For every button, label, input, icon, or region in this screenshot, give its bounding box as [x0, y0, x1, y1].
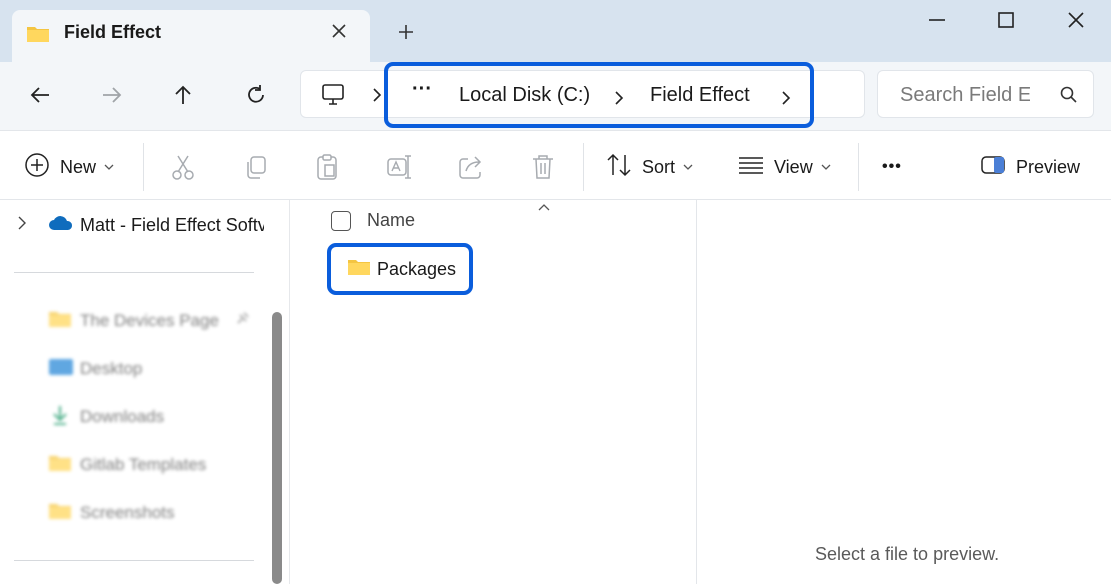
sidebar-item-downloads[interactable]: Downloads — [48, 402, 164, 432]
address-bar: ··· Local Disk (C:) Field Effect Search … — [0, 62, 1111, 130]
toolbar-divider — [143, 143, 144, 191]
preview-pane: Select a file to preview. — [696, 200, 1111, 584]
plus-icon[interactable] — [394, 20, 418, 44]
toolbar-divider — [858, 143, 859, 191]
pin-icon — [235, 312, 249, 331]
sidebar-scrollbar[interactable] — [272, 312, 282, 584]
list-item-label: Packages — [377, 258, 457, 279]
tab-field-effect[interactable]: Field Effect — [12, 10, 370, 62]
monitor-icon[interactable] — [321, 83, 347, 112]
new-label: New — [60, 156, 97, 177]
sidebar-item-label: Gitlab Templates — [80, 455, 207, 474]
sidebar-item-label: Matt - Field Effect Softv — [80, 214, 264, 235]
view-label: View — [774, 156, 813, 177]
sort-button[interactable]: Sort — [606, 153, 693, 181]
select-all-checkbox[interactable] — [331, 210, 351, 231]
breadcrumb-overflow[interactable]: ··· — [412, 78, 432, 101]
sort-label: Sort — [642, 156, 676, 177]
close-icon[interactable] — [328, 20, 350, 42]
sidebar-item-label: The Devices Page — [80, 311, 219, 330]
new-button[interactable]: New — [24, 152, 114, 183]
share-icon[interactable] — [458, 153, 486, 181]
arrow-right-icon[interactable] — [99, 82, 125, 108]
preview-pane-icon — [980, 154, 1006, 181]
more-options-button[interactable]: ••• — [882, 153, 902, 181]
chevron-right-icon[interactable] — [780, 90, 792, 111]
chevron-right-icon[interactable] — [371, 87, 383, 108]
navigation-pane: Matt - Field Effect Softv The Devices Pa… — [0, 200, 290, 584]
chevron-down-icon — [104, 158, 114, 176]
view-lines-icon — [738, 154, 764, 181]
rename-icon[interactable] — [386, 153, 414, 181]
copy-icon[interactable] — [243, 153, 269, 181]
chevron-right-icon[interactable] — [16, 215, 28, 236]
download-icon — [48, 404, 72, 431]
sidebar-item-gitlab-templates[interactable]: Gitlab Templates — [48, 450, 206, 480]
desktop-icon — [48, 357, 74, 382]
command-bar: New Sort View ••• Preview — [0, 130, 1111, 200]
minimize-icon[interactable] — [925, 8, 949, 32]
search-box[interactable]: Search Field E — [877, 70, 1094, 118]
breadcrumb-item-field-effect[interactable]: Field Effect — [650, 84, 750, 107]
sidebar-item-screenshots[interactable]: Screenshots — [48, 498, 175, 528]
chevron-down-icon — [683, 158, 693, 176]
chevron-up-icon — [537, 200, 551, 218]
search-input[interactable]: Search Field E — [900, 84, 1030, 107]
sidebar-item-onedrive[interactable]: Matt - Field Effect Softv — [16, 210, 264, 240]
breadcrumb-highlight: ··· Local Disk (C:) Field Effect — [384, 62, 814, 128]
sidebar-divider — [14, 560, 254, 561]
sidebar-item-label: Desktop — [80, 359, 143, 378]
sidebar-item-label: Downloads — [80, 407, 165, 426]
paste-icon[interactable] — [314, 153, 340, 181]
cloud-icon — [48, 214, 74, 237]
delete-icon[interactable] — [530, 153, 556, 181]
search-icon[interactable] — [1058, 85, 1078, 110]
column-header-name[interactable]: Name — [331, 210, 415, 231]
sidebar-divider — [14, 272, 254, 273]
tab-title: Field Effect — [64, 22, 162, 42]
sidebar-item-label: Screenshots — [80, 503, 175, 522]
column-name-label: Name — [367, 210, 416, 230]
preview-label: Preview — [1016, 156, 1081, 177]
folder-icon — [48, 453, 72, 478]
file-list: Name Packages — [291, 200, 696, 584]
sidebar-item-devices-page[interactable]: The Devices Page — [48, 306, 249, 336]
breadcrumb-item-local-disk[interactable]: Local Disk (C:) — [459, 84, 590, 107]
sidebar-item-desktop[interactable]: Desktop — [48, 354, 142, 384]
view-button[interactable]: View — [738, 153, 831, 181]
maximize-icon[interactable] — [994, 8, 1018, 32]
chevron-down-icon — [821, 158, 831, 176]
preview-button[interactable]: Preview — [980, 153, 1080, 181]
arrow-left-icon[interactable] — [27, 82, 53, 108]
arrow-up-icon[interactable] — [170, 82, 196, 108]
refresh-icon[interactable] — [243, 82, 269, 108]
preview-message: Select a file to preview. — [815, 544, 1000, 564]
window-close-icon[interactable] — [1064, 8, 1088, 32]
folder-icon — [48, 501, 72, 526]
chevron-right-icon[interactable] — [613, 90, 625, 111]
plus-circle-icon — [24, 152, 50, 183]
list-item-packages[interactable]: Packages — [327, 243, 473, 295]
sort-icon — [606, 152, 632, 183]
folder-icon — [48, 309, 72, 334]
folder-icon — [347, 257, 371, 282]
cut-icon[interactable] — [170, 153, 196, 181]
folder-icon — [26, 24, 50, 49]
title-bar: Field Effect — [0, 0, 1111, 62]
toolbar-divider — [583, 143, 584, 191]
